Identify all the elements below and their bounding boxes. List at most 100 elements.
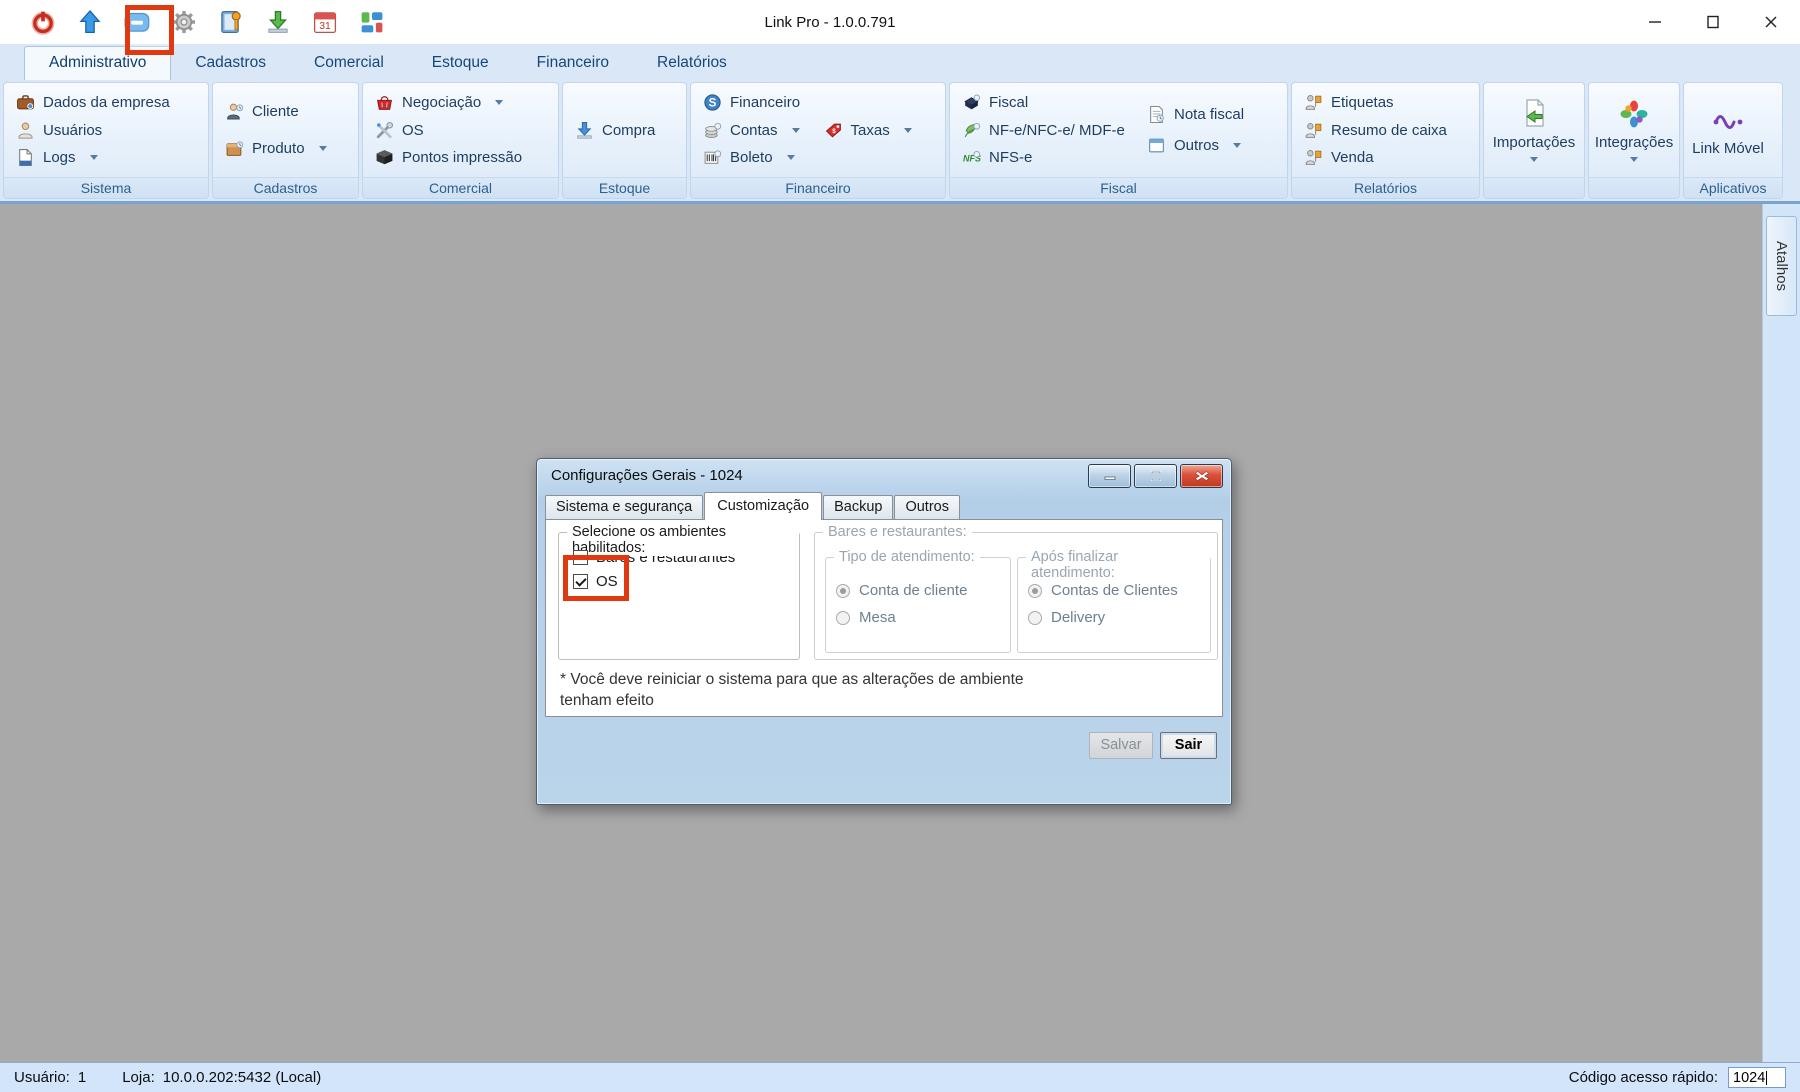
- tab-comercial[interactable]: Comercial: [290, 47, 408, 80]
- loja-label: Loja:: [122, 1069, 155, 1086]
- negotiation-basket-icon: [375, 93, 394, 112]
- ribbon-item-etiquetas[interactable]: Etiquetas: [1294, 92, 1477, 113]
- annotation-highlight-settings: [125, 5, 174, 55]
- conta-de-cliente-radio[interactable]: [836, 584, 850, 598]
- ribbon-group-importacoes: Importações: [1483, 82, 1585, 199]
- ribbon-item-taxas[interactable]: $ Taxas: [814, 120, 918, 141]
- ribbon-item-integracoes[interactable]: Integrações: [1591, 85, 1677, 175]
- ribbon-group-estoque: Compra Estoque: [562, 82, 687, 199]
- settings-gear-icon: [171, 9, 197, 35]
- usuario-value: 1: [78, 1069, 86, 1086]
- ribbon-item-produto[interactable]: Produto: [215, 138, 356, 159]
- tab-cadastros[interactable]: Cadastros: [171, 47, 290, 80]
- ribbon-item-pontos-impressao[interactable]: Pontos impressão: [365, 147, 556, 168]
- tab-relatorios[interactable]: Relatórios: [633, 47, 751, 80]
- delivery-radio[interactable]: [1028, 611, 1042, 625]
- credentials-icon: [218, 9, 244, 35]
- update-button[interactable]: [75, 7, 105, 37]
- sair-button[interactable]: Sair: [1160, 732, 1217, 759]
- dialog-tab-customizacao[interactable]: Customização: [704, 492, 822, 520]
- ribbon-item-nfe[interactable]: NF-e/NFC-e/ MDF-e: [952, 120, 1137, 141]
- ribbon-item-usuarios[interactable]: Usuários: [6, 120, 206, 141]
- contas-de-clientes-radio[interactable]: [1028, 584, 1042, 598]
- quick-code-label: Código acesso rápido:: [1569, 1069, 1718, 1086]
- maximize-icon: [1148, 470, 1164, 482]
- radio-row-contas-de-clientes[interactable]: Contas de Clientes: [1028, 582, 1210, 599]
- restart-note: * Você deve reiniciar o sistema para que…: [560, 670, 1024, 712]
- mesa-radio[interactable]: [836, 611, 850, 625]
- window-close-button[interactable]: [1742, 0, 1800, 44]
- ribbon-item-logs[interactable]: Logs: [6, 147, 206, 168]
- window-minimize-button[interactable]: [1626, 0, 1684, 44]
- loja-value: 10.0.0.202:5432 (Local): [163, 1069, 321, 1086]
- ribbon-group-label: Cadastros: [213, 177, 358, 198]
- quick-code-input[interactable]: 1024: [1728, 1067, 1786, 1088]
- ribbon-item-outros[interactable]: Outros: [1137, 135, 1285, 156]
- window-controls: [1626, 0, 1800, 44]
- radio-row-mesa[interactable]: Mesa: [836, 609, 1010, 626]
- ribbon-item-os[interactable]: OS: [365, 120, 556, 141]
- salvar-button[interactable]: Salvar: [1089, 732, 1153, 759]
- ribbon: Dados da empresa Usuários Logs Sistema: [0, 80, 1800, 204]
- calendar-icon: 31: [312, 9, 338, 35]
- chevron-down-icon: [792, 128, 800, 133]
- ribbon-item-cliente[interactable]: Cliente: [215, 101, 356, 122]
- minimize-icon: [1647, 14, 1663, 30]
- ribbon-item-venda[interactable]: Venda: [1294, 147, 1477, 168]
- window-maximize-button[interactable]: [1684, 0, 1742, 44]
- chevron-down-icon: [495, 100, 503, 105]
- ribbon-item-financeiro[interactable]: S Financeiro: [693, 92, 943, 113]
- statusbar: Usuário: 1 Loja: 10.0.0.202:5432 (Local)…: [0, 1062, 1800, 1092]
- report-icon: [1304, 93, 1323, 112]
- ribbon-item-nota-fiscal[interactable]: Nota fiscal: [1137, 104, 1285, 125]
- link-movel-icon: [1712, 104, 1744, 136]
- ribbon-item-negociacao[interactable]: Negociação: [365, 92, 556, 113]
- ribbon-group-financeiro: S Financeiro Contas: [690, 82, 946, 199]
- dialog-tab-sistema-e-seguranca[interactable]: Sistema e segurança: [545, 495, 703, 519]
- dialog-tab-outros[interactable]: Outros: [894, 495, 960, 519]
- ribbon-item-compra[interactable]: Compra: [565, 120, 684, 141]
- ribbon-group-cadastros: Cliente Produto Cadastros: [212, 82, 359, 199]
- ribbon-item-dados-da-empresa[interactable]: Dados da empresa: [6, 92, 206, 113]
- modules-button[interactable]: [357, 7, 387, 37]
- modules-icon: [359, 9, 385, 35]
- finance-icon: S: [703, 93, 722, 112]
- product-box-icon: [225, 139, 244, 158]
- chevron-down-icon: [787, 155, 795, 160]
- radio-row-delivery[interactable]: Delivery: [1028, 609, 1210, 626]
- chevron-down-icon: [1530, 157, 1538, 162]
- tipo-atendimento-groupbox: Tipo de atendimento: Conta de cliente Me…: [825, 557, 1011, 653]
- ribbon-item-link-movel[interactable]: Link Móvel: [1686, 85, 1770, 175]
- power-button[interactable]: [28, 7, 58, 37]
- tab-estoque[interactable]: Estoque: [408, 47, 513, 80]
- ribbon-item-importacoes[interactable]: Importações: [1486, 85, 1582, 175]
- credentials-button[interactable]: [216, 7, 246, 37]
- shortcuts-rail: Atalhos: [1762, 204, 1800, 1062]
- ribbon-group-integracoes: Integrações: [1588, 82, 1680, 199]
- dialog-close-button[interactable]: [1180, 464, 1223, 488]
- tab-financeiro[interactable]: Financeiro: [513, 47, 633, 80]
- groupbox-legend: Tipo de atendimento:: [834, 549, 980, 565]
- import-button[interactable]: [263, 7, 293, 37]
- groupbox-legend: Após finalizar atendimento:: [1026, 549, 1210, 581]
- ribbon-group-label: Financeiro: [691, 177, 945, 198]
- user-icon: [16, 121, 35, 140]
- ribbon-item-boleto[interactable]: Boleto: [693, 147, 943, 168]
- radio-row-conta-de-cliente[interactable]: Conta de cliente: [836, 582, 1010, 599]
- ribbon-item-nfse[interactable]: NFS NFS-e: [952, 147, 1137, 168]
- ribbon-item-resumo-de-caixa[interactable]: Resumo de caixa: [1294, 120, 1477, 141]
- chevron-down-icon: [90, 155, 98, 160]
- chevron-down-icon: [904, 128, 912, 133]
- dialog-tab-backup[interactable]: Backup: [823, 495, 893, 519]
- ribbon-group-label: Aplicativos: [1684, 177, 1782, 198]
- nfse-icon: NFS: [962, 148, 981, 167]
- calendar-button[interactable]: 31: [310, 7, 340, 37]
- dialog-maximize-button[interactable]: [1134, 464, 1177, 488]
- atalhos-tab[interactable]: Atalhos: [1766, 216, 1797, 316]
- ribbon-item-fiscal[interactable]: Fiscal: [952, 92, 1137, 113]
- chevron-down-icon: [1630, 157, 1638, 162]
- ribbon-item-contas[interactable]: Contas: [693, 120, 806, 141]
- chevron-down-icon: [1233, 143, 1241, 148]
- dialog-minimize-button[interactable]: [1088, 464, 1131, 488]
- dialog-tab-page: Selecione os ambientes habilitados: Bare…: [545, 519, 1223, 717]
